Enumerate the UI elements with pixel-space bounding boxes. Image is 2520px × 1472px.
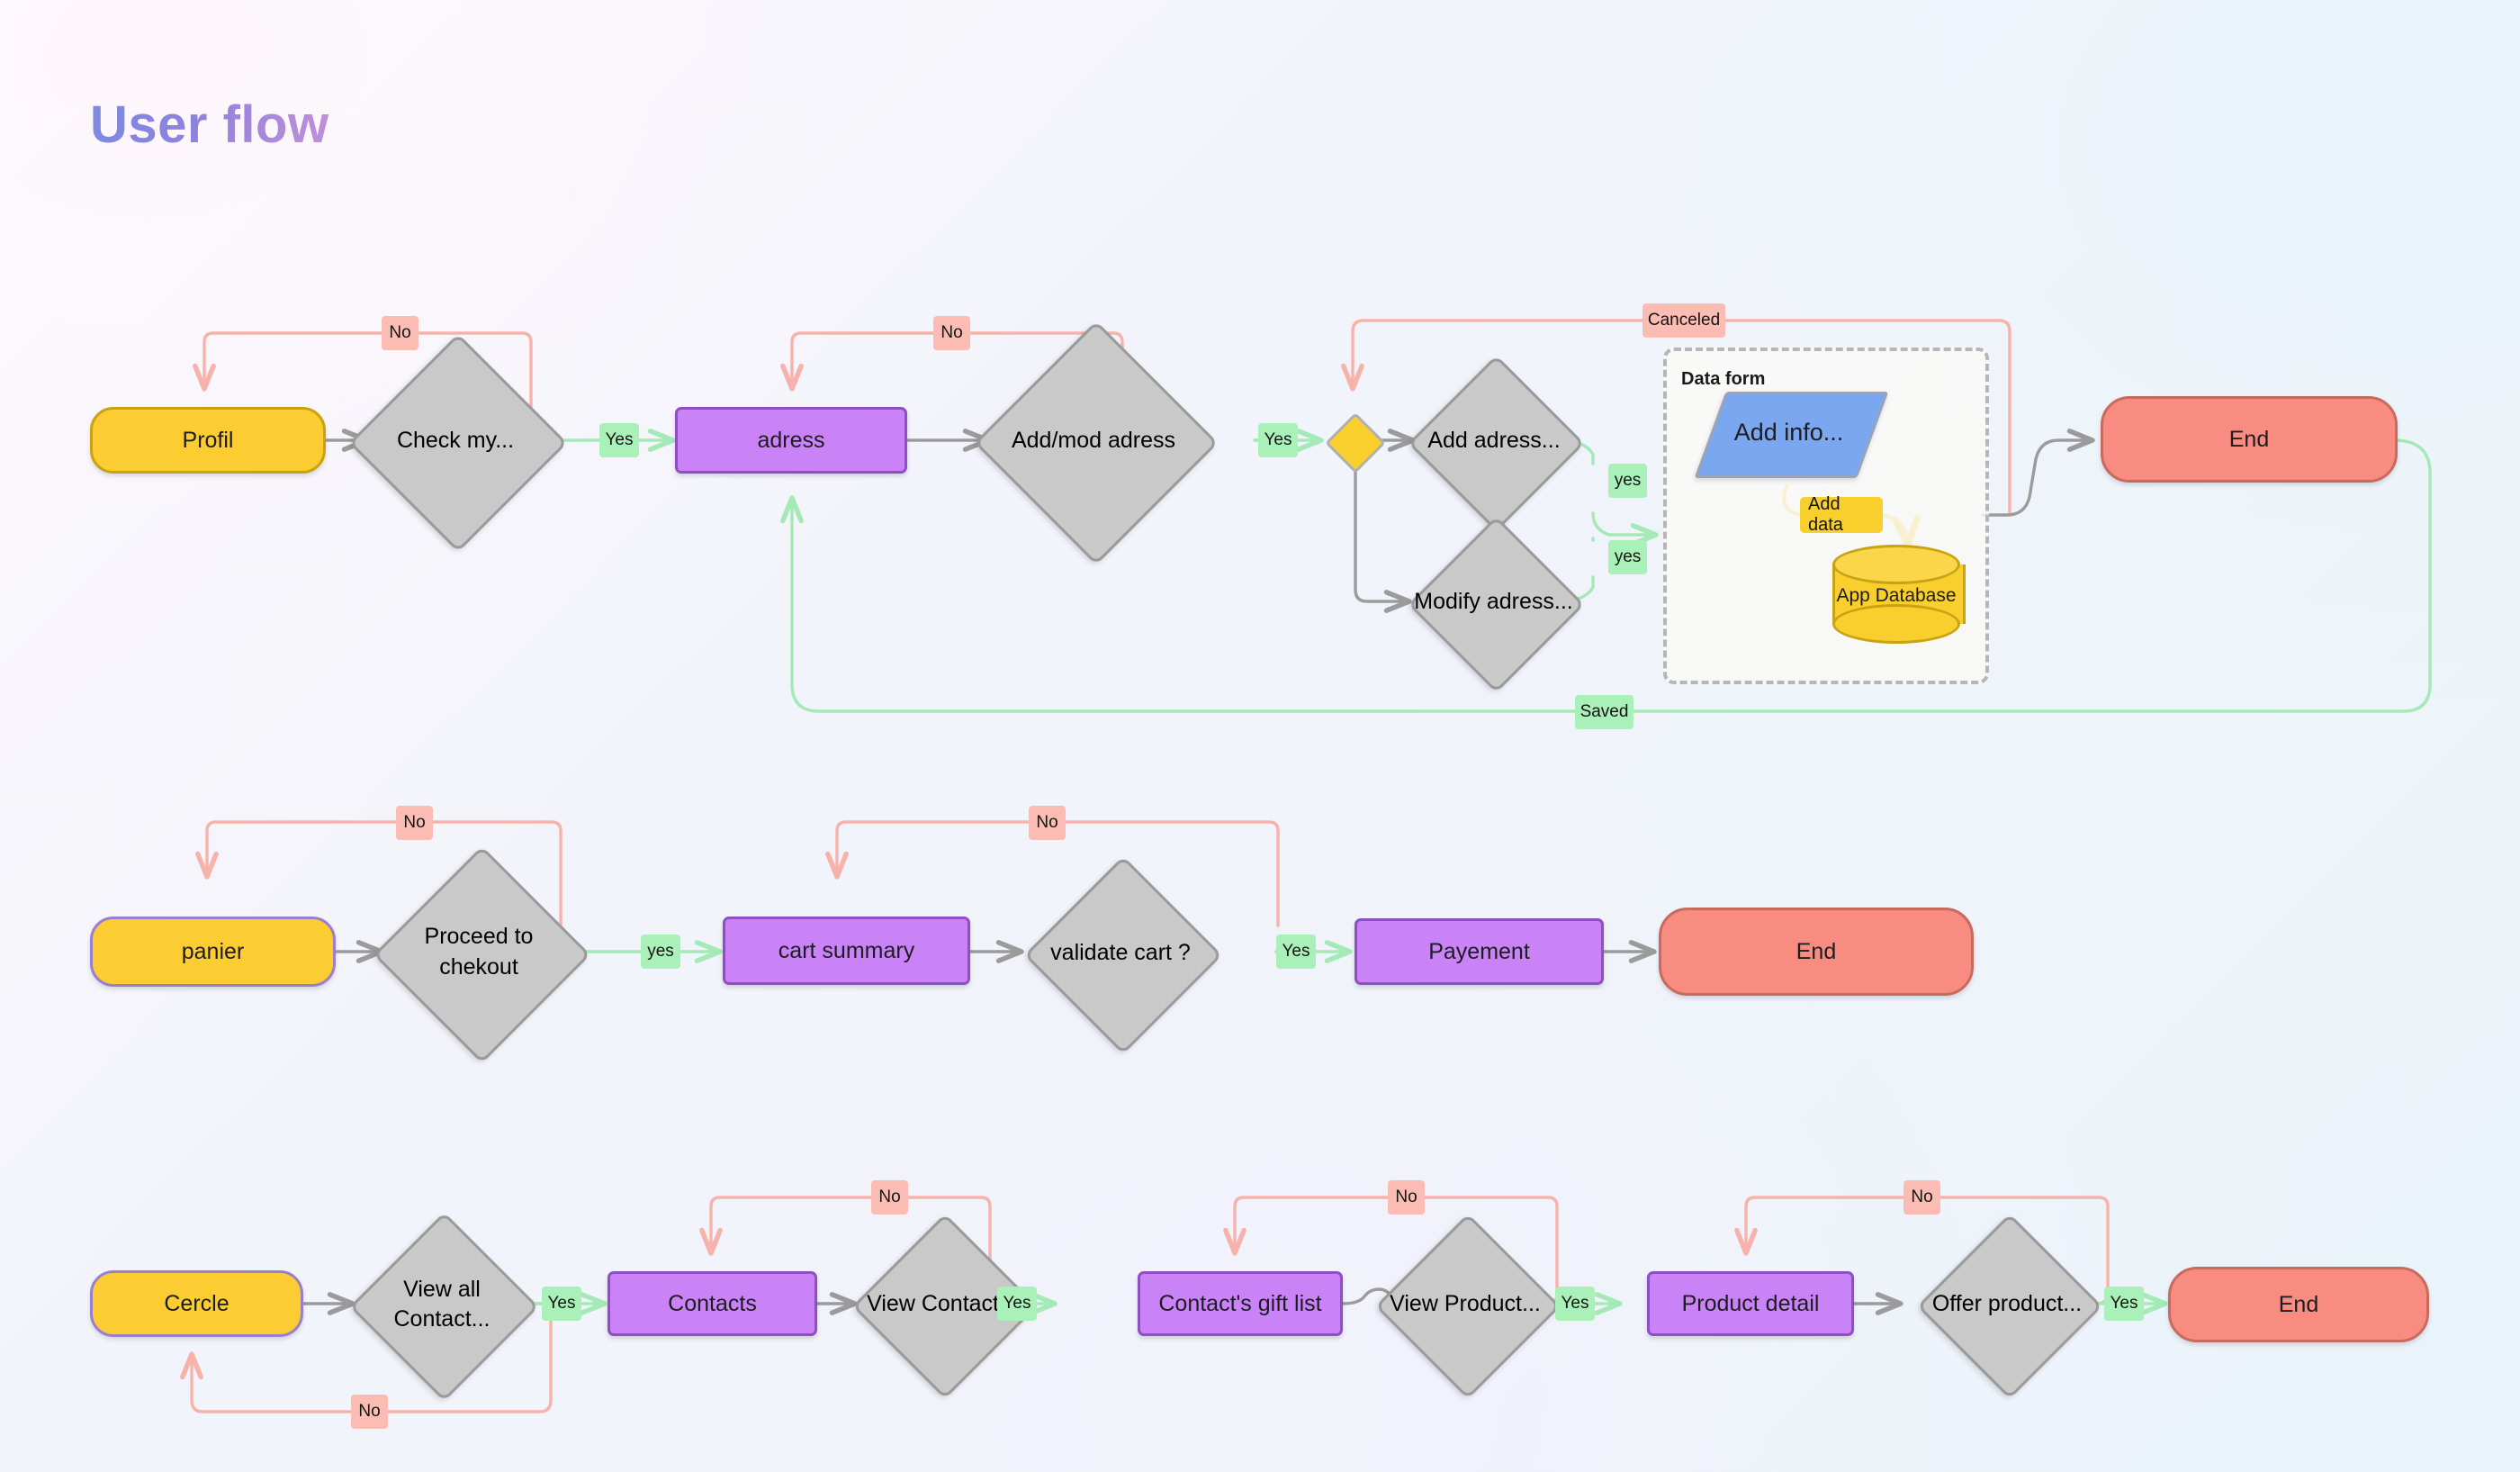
flowchart-canvas: User flow Profil Check my... adress Add/… (0, 0, 2520, 1472)
node-label: adress (757, 427, 825, 453)
node-label: Cercle (164, 1290, 230, 1316)
label-no-2: No (933, 316, 970, 350)
label-no-1: No (382, 316, 418, 350)
label-no-5: No (351, 1395, 388, 1429)
node-label: End (1796, 938, 1837, 964)
node-label: Payement (1428, 938, 1530, 964)
node-validate-label: validate cart ? (1050, 939, 1191, 965)
label-yes-6: Yes (997, 1287, 1037, 1321)
node-end-2[interactable]: End (1659, 908, 1974, 996)
node-panier[interactable]: panier (90, 917, 336, 987)
node-end-1[interactable]: End (2101, 396, 2398, 483)
node-label: cart summary (778, 937, 915, 963)
node-add-info-label: Add info... (1733, 418, 1844, 446)
label-yes-8: Yes (2104, 1287, 2144, 1321)
group-data-form-title: Data form (1681, 369, 1766, 389)
node-label: panier (181, 938, 245, 964)
label-yes-1: Yes (599, 423, 639, 457)
node-label: Contacts (668, 1290, 757, 1316)
node-offer-product-label: Offer product... (1931, 1290, 2083, 1316)
label-no-6: No (871, 1180, 908, 1215)
node-adress[interactable]: adress (675, 407, 907, 474)
node-view-product-label: View Product... (1390, 1290, 1541, 1316)
label-no-7: No (1388, 1180, 1425, 1215)
node-product-detail[interactable]: Product detail (1647, 1271, 1854, 1336)
node-app-database[interactable]: App Database (1832, 545, 1966, 644)
label-canceled: Canceled (1642, 303, 1725, 338)
node-label: Profil (182, 427, 234, 453)
label-yes-2: Yes (1258, 423, 1298, 457)
label-yes-add: yes (1608, 464, 1647, 498)
node-profil[interactable]: Profil (90, 407, 326, 474)
label-yes-4: Yes (1276, 935, 1316, 969)
node-proceed-label: Proceed to chekout (424, 923, 534, 980)
node-contacts[interactable]: Contacts (608, 1271, 817, 1336)
node-label: End (2228, 426, 2270, 452)
node-adress-choice[interactable] (1325, 412, 1386, 474)
node-label: Contact's gift list (1158, 1290, 1322, 1316)
node-label: App Database (1836, 585, 1957, 607)
label-yes-modify: yes (1608, 540, 1647, 574)
label-yes-3: yes (641, 935, 680, 969)
label-yes-7: Yes (1555, 1287, 1595, 1321)
label-saved: Saved (1575, 695, 1634, 729)
database-top (1832, 545, 1960, 584)
node-add-mod-adress-label: Add/mod adress (1011, 427, 1176, 453)
node-label: Product detail (1681, 1290, 1820, 1316)
node-check-my-label: Check my... (396, 427, 515, 453)
label-yes-5: Yes (542, 1287, 581, 1321)
node-modify-adress-label: Modify adress... (1414, 589, 1573, 615)
node-cercle[interactable]: Cercle (90, 1270, 303, 1337)
label-no-4: No (1029, 806, 1066, 840)
node-label: End (2278, 1291, 2319, 1317)
node-contacts-gift-list[interactable]: Contact's gift list (1138, 1271, 1343, 1336)
node-end-3[interactable]: End (2168, 1267, 2429, 1342)
page-title: User flow (90, 95, 329, 154)
label-no-3: No (396, 806, 433, 840)
node-add-adress-label: Add adress... (1427, 428, 1561, 454)
node-cart-summary[interactable]: cart summary (723, 917, 970, 985)
database-bottom (1832, 604, 1960, 644)
node-view-all-label: View all Contact... (393, 1277, 490, 1332)
label-add-data: Add data (1800, 494, 1883, 535)
node-payement[interactable]: Payement (1354, 918, 1604, 985)
label-no-8: No (1904, 1180, 1940, 1215)
